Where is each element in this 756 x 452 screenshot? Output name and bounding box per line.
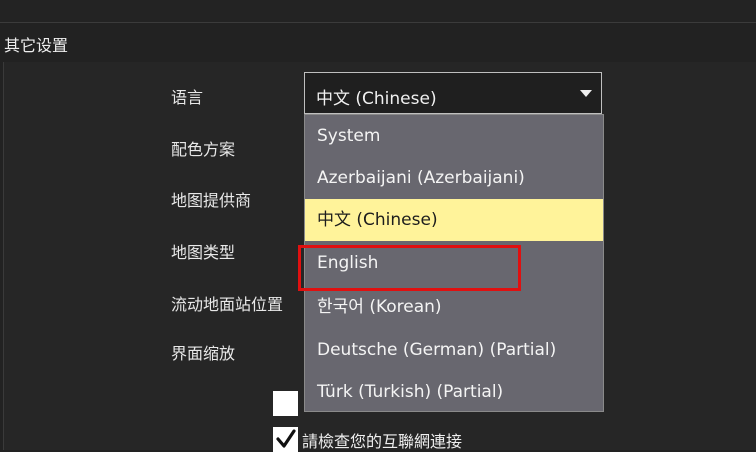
- language-option-turkish[interactable]: Türk (Turkish) (Partial): [305, 371, 603, 413]
- color-scheme-label: 配色方案: [171, 140, 236, 159]
- checkmark-icon: [276, 429, 296, 448]
- language-label: 语言: [171, 88, 204, 107]
- map-provider-label: 地图提供商: [171, 191, 252, 210]
- section-title: 其它设置: [4, 36, 69, 55]
- setting-checkbox[interactable]: [273, 391, 298, 416]
- language-combobox-value: 中文 (Chinese): [316, 89, 437, 109]
- language-combobox[interactable]: 中文 (Chinese): [304, 72, 602, 114]
- chevron-down-icon[interactable]: [580, 90, 592, 97]
- language-option-system[interactable]: System: [305, 115, 603, 157]
- top-strip: [0, 0, 756, 23]
- map-type-label: 地图类型: [171, 243, 236, 262]
- language-option-azerbaijani[interactable]: Azerbaijani (Azerbaijani): [305, 157, 603, 199]
- language-option-german[interactable]: Deutsche (German) (Partial): [305, 329, 603, 371]
- language-dropdown-list: System Azerbaijani (Azerbaijani) 中文 (Chi…: [304, 114, 604, 412]
- language-option-korean[interactable]: 한국어 (Korean): [305, 286, 603, 328]
- section-header: 其它设置: [0, 28, 756, 58]
- internet-check-label: 請檢查您的互聯網連接: [302, 432, 463, 451]
- language-option-chinese[interactable]: 中文 (Chinese): [305, 199, 603, 241]
- language-option-english[interactable]: English: [305, 242, 603, 284]
- ui-scale-label: 界面缩放: [171, 344, 236, 363]
- internet-check-checkbox[interactable]: [273, 427, 298, 452]
- mobile-gcs-position-label: 流动地面站位置: [171, 295, 284, 314]
